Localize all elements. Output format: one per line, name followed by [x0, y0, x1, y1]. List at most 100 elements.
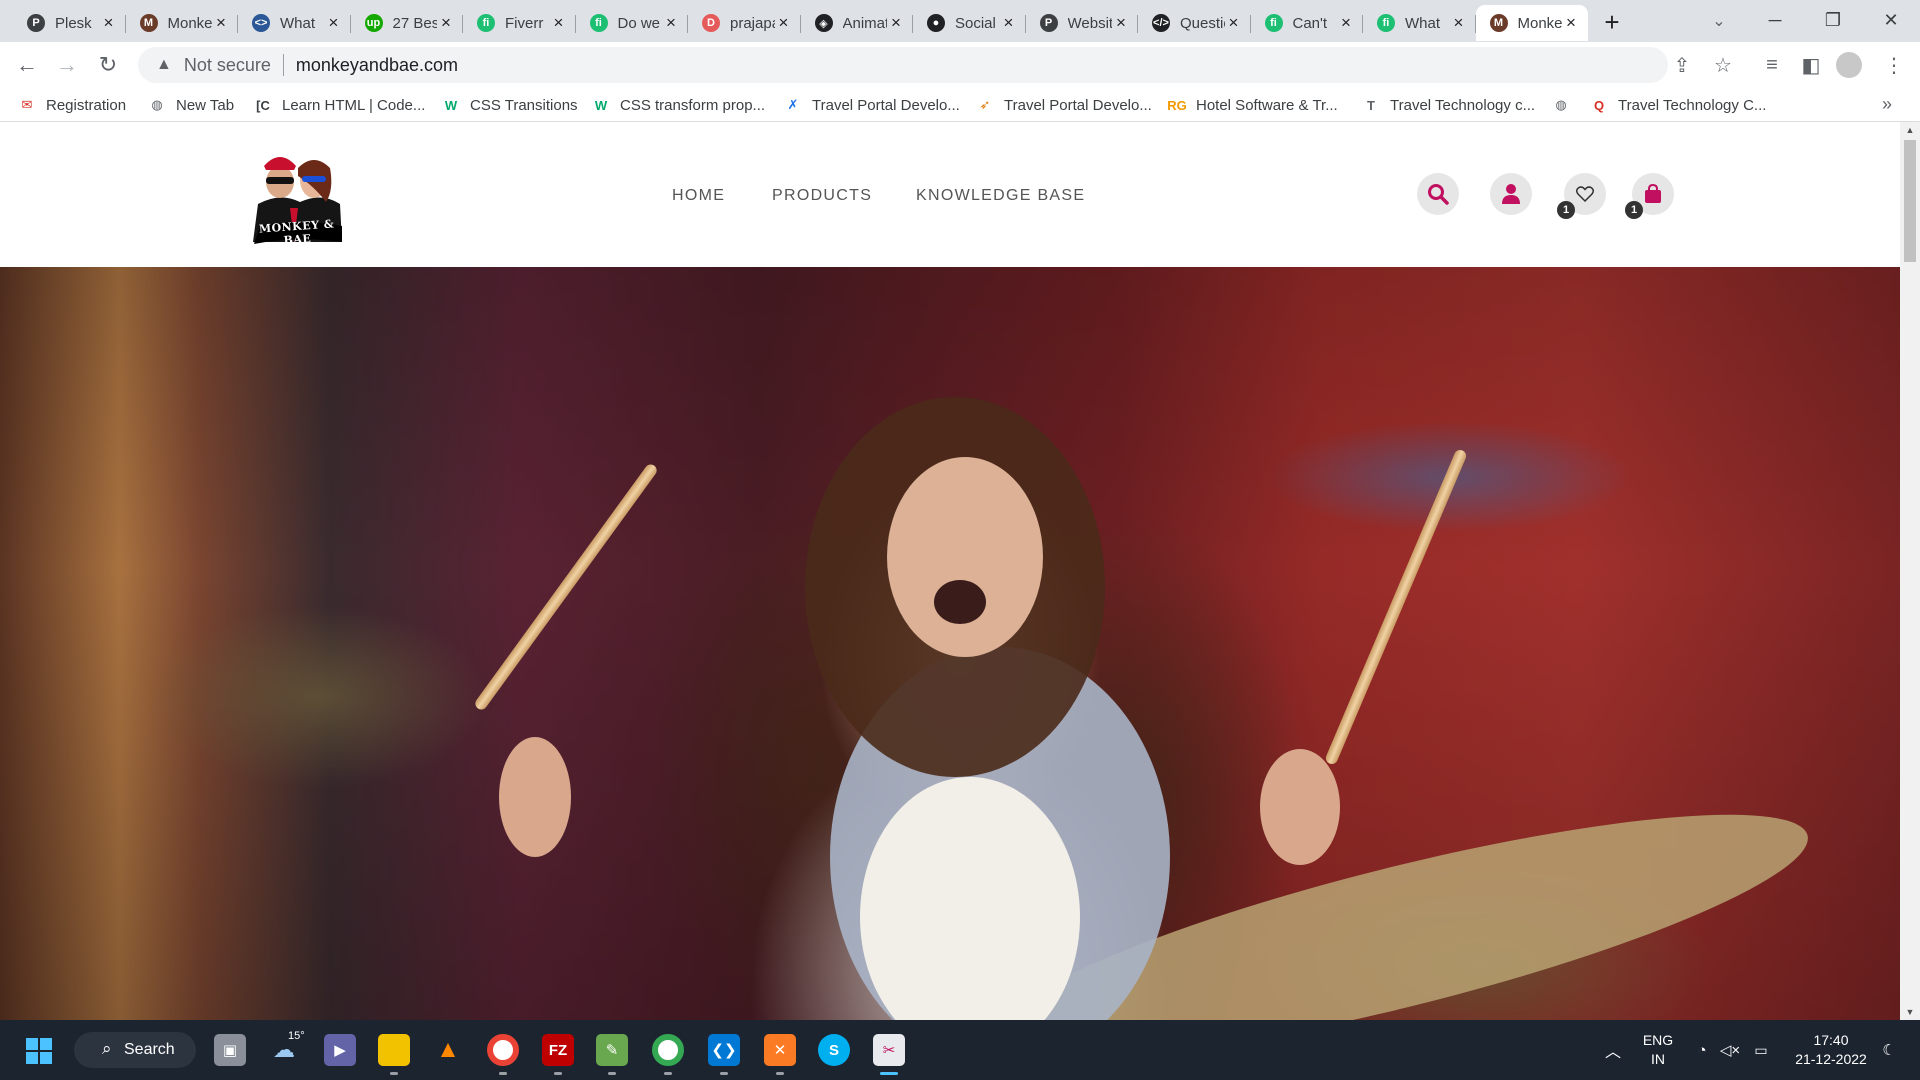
battery-icon[interactable]: ▭ — [1748, 1020, 1774, 1080]
address-bar[interactable]: ▲ Not secure monkeyandbae.com — [138, 47, 1668, 83]
speaker-muted-icon[interactable]: ◁× — [1718, 1020, 1742, 1080]
tab-search-icon[interactable]: ⌄ — [1706, 8, 1732, 34]
back-icon[interactable]: ← — [11, 49, 43, 81]
tab-close-icon[interactable]: × — [887, 13, 905, 32]
search-button[interactable] — [1417, 173, 1459, 215]
url-text[interactable]: monkeyandbae.com — [296, 55, 458, 76]
page-scrollbar[interactable]: ▲ ▼ — [1900, 122, 1920, 1020]
tab-close-icon[interactable]: × — [550, 13, 568, 32]
bookmark-item[interactable]: ✉ Registration — [18, 94, 127, 116]
snipping-tool-icon[interactable]: ✂ — [873, 1034, 905, 1066]
tab-close-icon[interactable]: × — [662, 13, 680, 32]
tab-title: Animation — [842, 14, 888, 32]
tab-close-icon[interactable]: × — [1112, 13, 1130, 32]
browser-tab[interactable]: M Monkey× — [1475, 5, 1588, 41]
browser-tab[interactable]: ◈ Animation× — [801, 5, 914, 41]
tab-close-icon[interactable]: × — [212, 13, 230, 32]
restore-icon[interactable]: ❐ — [1804, 0, 1862, 40]
browser-tab[interactable]: <> What × — [238, 5, 351, 41]
browser-tab[interactable]: Dprajapati× — [688, 5, 801, 41]
browser-tab[interactable]: fi What × — [1363, 5, 1476, 41]
tab-close-icon[interactable]: × — [1337, 13, 1355, 32]
menu-icon[interactable]: ⋮ — [1878, 49, 1910, 81]
bookmark-item[interactable]: Q Travel Technology C... — [1590, 94, 1766, 116]
bookmark-item[interactable]: W CSS Transitions — [442, 94, 578, 116]
region-code: IN — [1651, 1051, 1665, 1067]
taskbar-search[interactable]: ⌕ Search — [74, 1032, 196, 1068]
tab-title: What — [280, 14, 316, 32]
tab-close-icon[interactable]: × — [1450, 13, 1468, 32]
vlc-icon[interactable]: ▲ — [432, 1034, 464, 1066]
bookmark-item[interactable]: ◍ — [1552, 94, 1580, 116]
bookmark-item[interactable]: W CSS transform prop... — [592, 94, 765, 116]
browser-tab[interactable]: M Monkey× — [126, 5, 239, 41]
wifi-icon[interactable]: ◔ — [1690, 1020, 1714, 1080]
site-logo[interactable]: MONKEY & BAE — [250, 146, 344, 250]
bookmark-favicon-icon: ✗ — [787, 97, 799, 112]
browser-tab[interactable]: fi Fiverr × — [463, 5, 576, 41]
browser-tab[interactable]: P Website× — [1026, 5, 1139, 41]
chrome-profile-icon[interactable] — [652, 1034, 684, 1066]
new-tab-button[interactable]: + — [1597, 7, 1627, 37]
close-window-icon[interactable]: ✕ — [1862, 0, 1920, 40]
tab-close-icon[interactable]: × — [1000, 13, 1018, 32]
tab-close-icon[interactable]: × — [100, 13, 118, 32]
teams-chat-icon[interactable]: ▶ — [324, 1034, 356, 1066]
running-indicator — [499, 1072, 507, 1075]
nav-products[interactable]: PRODUCTS — [772, 187, 872, 205]
search-icon — [1428, 184, 1449, 205]
bookmark-item[interactable]: T Travel Technology c... — [1362, 94, 1535, 116]
windows-start-icon[interactable] — [26, 1038, 52, 1064]
bookmark-item[interactable]: ➶ Travel Portal Develo... — [976, 94, 1152, 116]
account-button[interactable] — [1490, 173, 1532, 215]
tab-close-icon[interactable]: × — [325, 13, 343, 32]
browser-tab[interactable]: P Plesk × — [13, 5, 126, 41]
tab-close-icon[interactable]: × — [775, 13, 793, 32]
tab-title: 27 Best — [392, 14, 438, 32]
browser-tab[interactable]: </> Question× — [1138, 5, 1251, 41]
task-view-icon[interactable]: ▣ — [214, 1034, 246, 1066]
scroll-up-icon[interactable]: ▲ — [1900, 122, 1920, 138]
tab-close-icon[interactable]: × — [1562, 13, 1580, 32]
scroll-down-icon[interactable]: ▼ — [1900, 1004, 1920, 1020]
xampp-icon[interactable]: ✕ — [764, 1034, 796, 1066]
share-icon[interactable]: ⇪ — [1668, 51, 1696, 79]
vscode-icon[interactable]: ❮❯ — [708, 1034, 740, 1066]
browser-tab[interactable]: up 27 Best× — [351, 5, 464, 41]
browser-tab[interactable]: fi Can't × — [1251, 5, 1364, 41]
tab-close-icon[interactable]: × — [1225, 13, 1243, 32]
notepad-plus-icon[interactable]: ✎ — [596, 1034, 628, 1066]
tab-close-icon[interactable]: × — [437, 13, 455, 32]
file-explorer-icon[interactable] — [378, 1034, 410, 1066]
tab-title: Question — [1180, 14, 1225, 32]
browser-tab[interactable]: ● Social × — [913, 5, 1026, 41]
tab-strip: PPlesk×MMonkey×<>What×up27 Best×fiFiverr… — [0, 0, 1920, 42]
nav-home[interactable]: HOME — [672, 187, 725, 205]
minimize-icon[interactable]: ─ — [1746, 0, 1804, 40]
bookmark-item[interactable]: [C Learn HTML | Code... — [254, 94, 425, 116]
forward-icon[interactable]: → — [51, 49, 83, 81]
reload-icon[interactable]: ↻ — [92, 49, 124, 81]
side-panel-icon[interactable]: ◧ — [1795, 49, 1827, 81]
notification-icon[interactable]: ☾ — [1876, 1020, 1902, 1080]
chrome-icon[interactable] — [487, 1034, 519, 1066]
skype-icon[interactable]: S — [818, 1034, 850, 1066]
profile-avatar[interactable] — [1836, 52, 1862, 78]
language-indicator[interactable]: ENG IN — [1638, 1020, 1678, 1080]
bookmark-star-icon[interactable]: ☆ — [1709, 51, 1737, 79]
clock[interactable]: 17:40 21-12-2022 — [1790, 1020, 1872, 1080]
security-label[interactable]: Not secure — [184, 55, 271, 76]
filezilla-icon[interactable]: FZ — [542, 1034, 574, 1066]
bookmark-item[interactable]: RG Hotel Software & Tr... — [1167, 94, 1337, 116]
bookmark-item[interactable]: ✗ Travel Portal Develo... — [784, 94, 960, 116]
bookmarks-overflow-icon[interactable]: » — [1882, 94, 1892, 115]
tray-overflow-icon[interactable]: ︿ — [1600, 1020, 1626, 1080]
tab-title: Monkey — [167, 14, 213, 32]
bookmark-item[interactable]: ◍ New Tab — [148, 94, 234, 116]
scrollbar-thumb[interactable] — [1904, 140, 1916, 262]
nav-knowledge-base[interactable]: KNOWLEDGE BASE — [916, 187, 1085, 205]
web-page: MONKEY & BAE HOME PRODUCTS KNOWLEDGE BAS… — [0, 122, 1900, 1020]
media-control-icon[interactable]: ≡ — [1756, 49, 1788, 81]
browser-tab[interactable]: fi Do we × — [576, 5, 689, 41]
warning-icon[interactable]: ▲ — [156, 56, 172, 74]
